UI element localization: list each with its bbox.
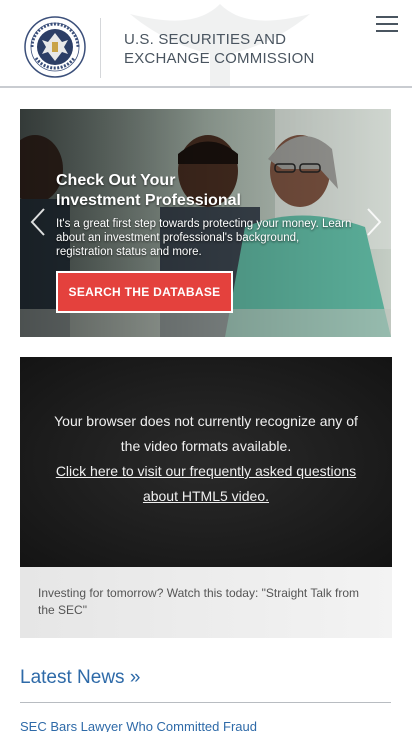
latest-news-heading[interactable]: Latest News » — [20, 667, 391, 703]
site-header: U.S. SECURITIES AND EXCHANGE COMMISSION — [0, 0, 412, 88]
hamburger-menu-icon[interactable] — [374, 14, 400, 36]
chevron-right-icon[interactable] — [364, 207, 384, 237]
agency-name[interactable]: U.S. SECURITIES AND EXCHANGE COMMISSION — [124, 30, 344, 68]
slide-title-line1: Check Out Your — [56, 172, 176, 189]
search-database-button[interactable]: SEARCH THE DATABASE — [56, 271, 233, 313]
slide-title: Check Out Your Investment Professional — [56, 171, 316, 211]
hero-carousel: Check Out Your Investment Professional I… — [20, 109, 391, 337]
video-unsupported-text: Your browser does not currently recogniz… — [54, 413, 358, 454]
agency-name-line1: U.S. SECURITIES AND — [124, 31, 287, 48]
video-player[interactable]: Your browser does not currently recogniz… — [20, 357, 392, 567]
slide-title-line2: Investment Professional — [56, 192, 241, 209]
chevron-left-icon[interactable] — [28, 207, 48, 237]
sec-seal-logo[interactable] — [24, 16, 86, 78]
video-caption: Investing for tomorrow? Watch this today… — [20, 567, 392, 638]
news-item-link[interactable]: SEC Bars Lawyer Who Committed Fraud — [20, 719, 391, 732]
header-divider — [100, 18, 101, 78]
video-fallback-message: Your browser does not currently recogniz… — [46, 409, 366, 509]
agency-name-line2: EXCHANGE COMMISSION — [124, 50, 315, 67]
slide-description: It's a great first step towards protecti… — [56, 218, 352, 258]
video-faq-link[interactable]: Click here to visit our frequently asked… — [46, 459, 366, 509]
